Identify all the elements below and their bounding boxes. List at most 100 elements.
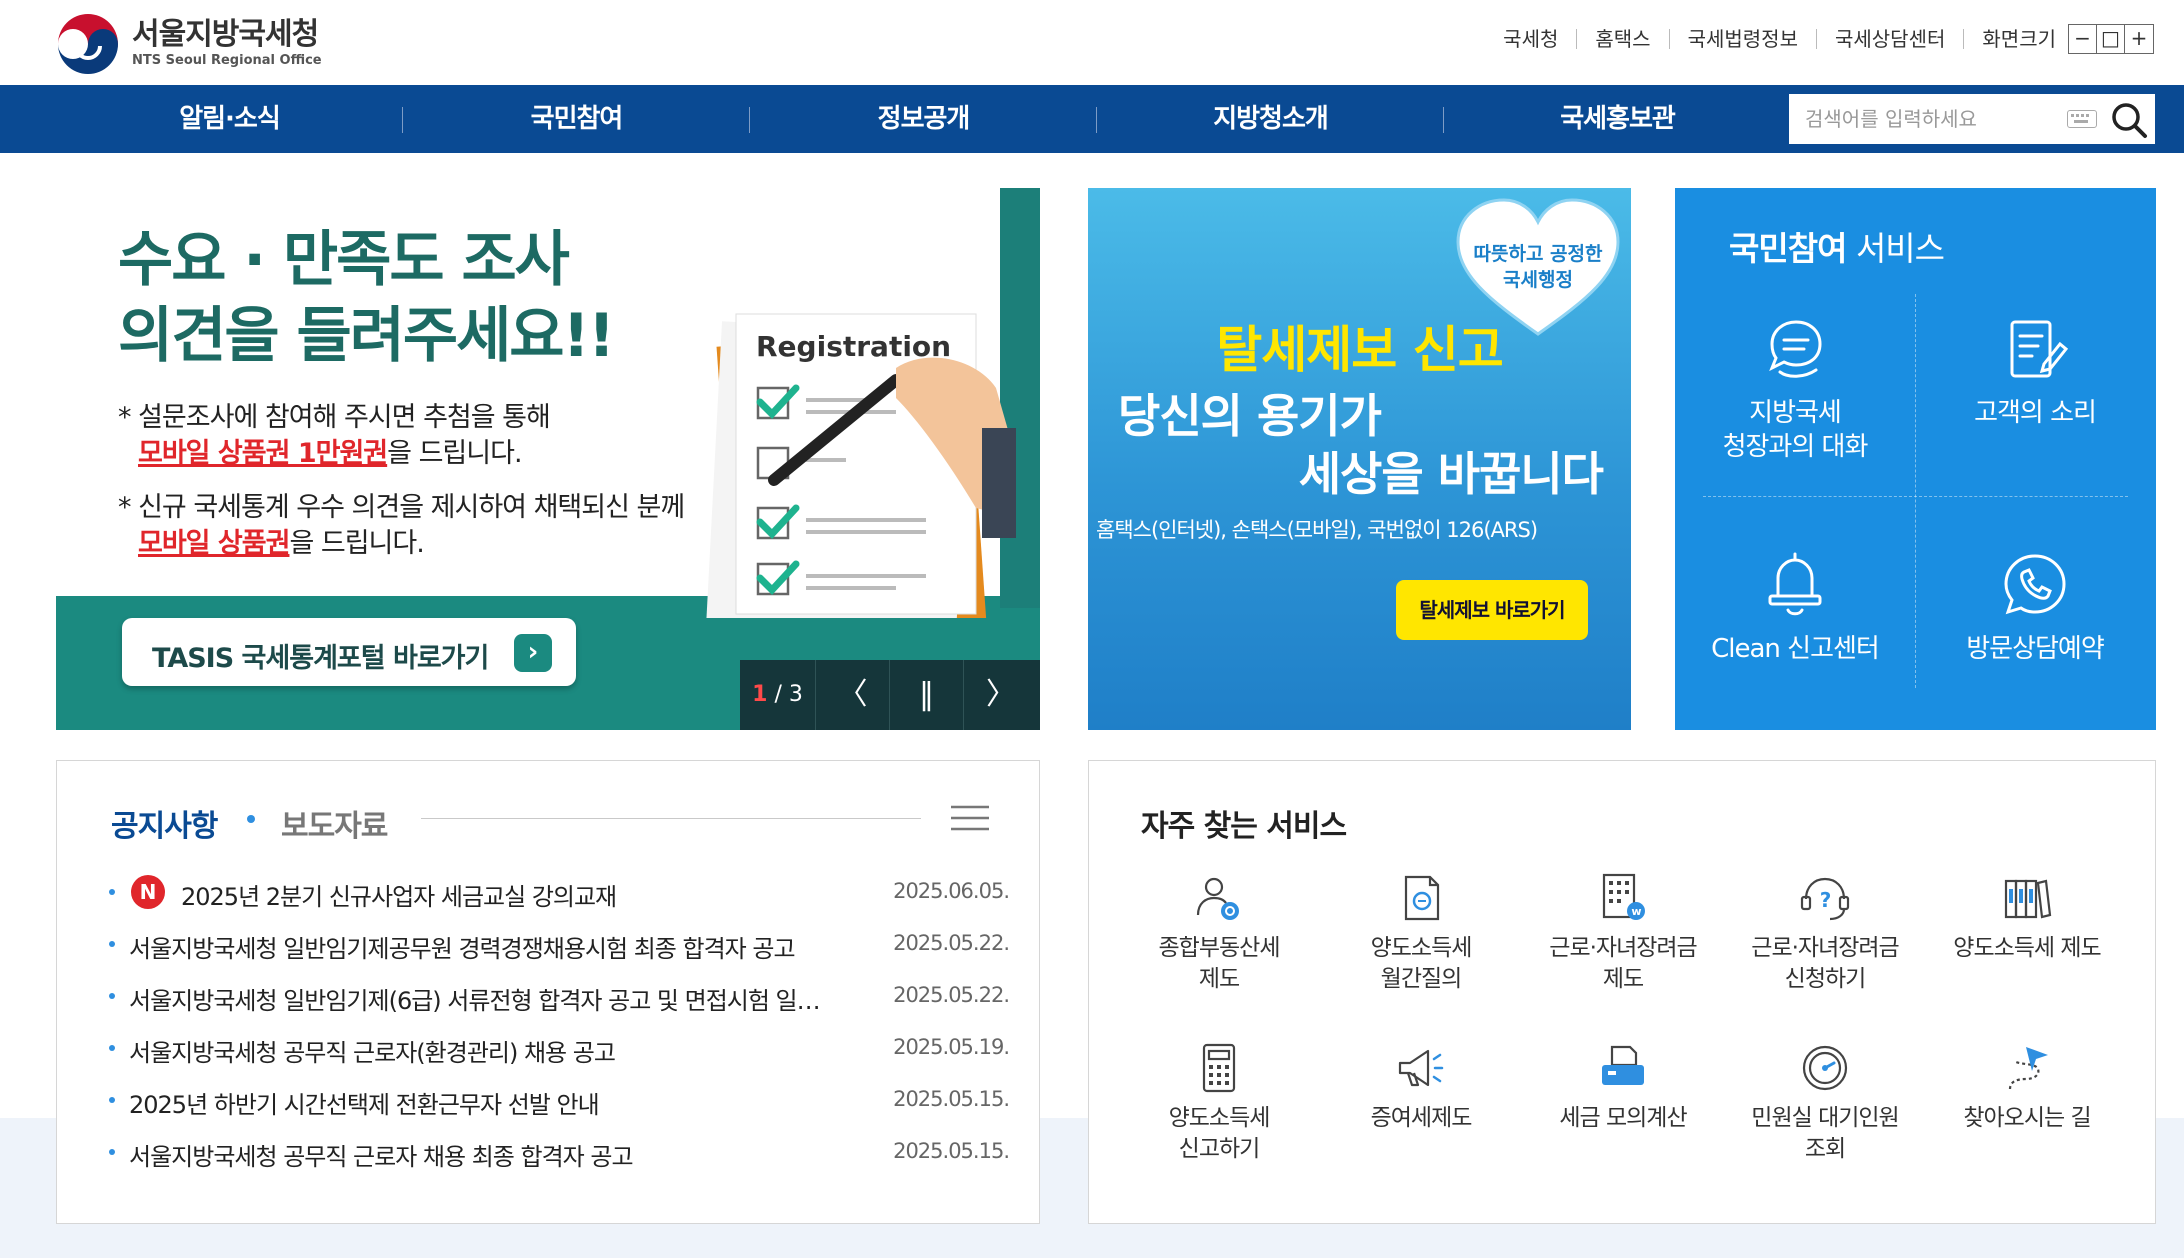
tab-press[interactable]: 보도자료 (281, 801, 388, 845)
service-earned-income-credit[interactable]: w 근로·자녀장려금 제도 (1523, 871, 1723, 995)
participation-item-voice[interactable]: 고객의 소리 (1915, 314, 2155, 430)
frequent-services: 자주 찾는 서비스 종합부동산세 제도 양도소득세 월간질의 w 근로·자녀장려… (1088, 760, 2156, 1224)
hero-note-1: * 설문조사에 참여해 주시면 추첨을 통해 모바일 상품권 1만원권을 드립니… (118, 400, 551, 472)
hero-note-2: * 신규 국세통계 우수 의견을 제시하여 채택되신 분께 모바일 상품권을 드… (118, 490, 685, 562)
service-gift-tax[interactable]: 증여세제도 (1321, 1041, 1521, 1134)
zoom-reset-button[interactable]: □ (2097, 25, 2125, 53)
service-capital-gains-filing[interactable]: 양도소득세 신고하기 (1119, 1041, 1319, 1165)
list-item[interactable]: 서울지방국세청 일반임기제(6급) 서류전형 합격자 공고 및 면접시험 일정 … (109, 969, 1010, 1021)
service-capital-gains-monthly[interactable]: 양도소득세 월간질의 (1321, 871, 1521, 995)
logo-subtitle: NTS Seoul Regional Office (132, 53, 322, 68)
hero-note-2-highlight: 모바일 상품권 (138, 528, 290, 559)
banner2-desc: 홈택스(인터넷), 손택스(모바일), 국번없이 126(ARS) (1096, 518, 1538, 542)
nav-item-about[interactable]: 지방청소개 (1097, 85, 1444, 153)
building-icon: w (1602, 873, 1645, 920)
notice-title[interactable]: 2025년 2분기 신규사업자 세금교실 강의교재 (181, 877, 821, 912)
notice-date: 2025.05.19. (893, 1035, 1010, 1059)
service-label: 제도 (1602, 966, 1644, 992)
participation-item-dialogue[interactable]: 지방국세 청장과의 대화 (1675, 314, 1915, 464)
zoom-in-button[interactable]: + (2125, 25, 2153, 53)
service-label: 조회 (1804, 1136, 1846, 1162)
site-logo[interactable]: 서울지방국세청 NTS Seoul Regional Office (56, 12, 322, 76)
participation-item-label: Clean 신고센터 (1711, 634, 1880, 664)
hero-note-2-tail: 을 드립니다. (289, 528, 424, 559)
main-visual-slider: 수요 · 만족도 조사 의견을 들려주세요!! * 설문조사에 참여해 주시면 … (56, 188, 1040, 730)
bullet-icon (109, 1149, 115, 1155)
slide-counter: 1 / 3 (740, 660, 816, 730)
logo-title: 서울지방국세청 (132, 17, 319, 52)
svg-text:w: w (1631, 905, 1641, 918)
participation-item-label: 지방국세 (1749, 398, 1842, 428)
participation-item-label: 방문상담예약 (1966, 634, 2105, 664)
participation-services: 국민참여 서비스 지방국세 청장과의 대화 고객의 소리 Clean 신고센터 … (1675, 188, 2156, 730)
service-label: 종합부동산세 (1158, 935, 1281, 961)
service-waiting-count[interactable]: 민원실 대기인원 조회 (1725, 1041, 1925, 1165)
tab-separator-dot (247, 815, 255, 823)
notice-list: N 2025년 2분기 신규사업자 세금교실 강의교재 2025.06.05. … (109, 865, 1010, 1177)
svg-text:?: ? (1820, 888, 1831, 912)
slide-prev-button[interactable]: 〈 (816, 660, 890, 730)
bullet-icon (109, 1097, 115, 1103)
service-capital-gains-system[interactable]: 양도소득세 제도 (1927, 871, 2127, 964)
list-item[interactable]: 2025년 하반기 시간선택제 전환근무자 선발 안내 2025.05.15. (109, 1073, 1010, 1125)
search-icon[interactable] (2107, 98, 2151, 142)
keyboard-icon[interactable] (2067, 110, 2097, 128)
service-label: 월간질의 (1380, 966, 1463, 992)
nav-item-participation[interactable]: 국민참여 (403, 85, 750, 153)
slider-controls: 1 / 3 〈 ‖ 〉 (740, 660, 1040, 730)
hero-title: 수요 · 만족도 조사 의견을 들려주세요!! (118, 225, 615, 371)
tasis-link-button[interactable]: TASIS 국세통계포털 바로가기 › (122, 618, 576, 686)
service-label: 양도소득세 (1168, 1105, 1271, 1131)
route-icon (2008, 1047, 2048, 1090)
keyboard-keys-icon (2071, 114, 2089, 123)
badge-line-1: 따뜻하고 공정한 (1474, 243, 1603, 265)
participation-item-visit[interactable]: 방문상담예약 (1915, 550, 2155, 666)
tax-report-button[interactable]: 탈세제보 바로가기 (1396, 580, 1588, 640)
notice-title[interactable]: 2025년 하반기 시간선택제 전환근무자 선발 안내 (129, 1085, 829, 1120)
nav-item-promotion[interactable]: 국세홍보관 (1444, 85, 1791, 153)
bell-icon (1768, 552, 1822, 616)
list-item[interactable]: 서울지방국세청 일반임기제공무원 경력경쟁채용시험 최종 합격자 공고 2025… (109, 917, 1010, 969)
nav-item-disclosure[interactable]: 정보공개 (750, 85, 1097, 153)
service-tax-simulator[interactable]: 세금 모의계산 (1523, 1041, 1723, 1134)
hero-note-2-text: * 신규 국세통계 우수 의견을 제시하여 채택되신 분께 (118, 492, 685, 523)
notice-title[interactable]: 서울지방국세청 공무직 근로자 채용 최종 합격자 공고 (129, 1137, 829, 1172)
service-comprehensive-property-tax[interactable]: 종합부동산세 제도 (1119, 871, 1319, 995)
service-label: 근로·자녀장려금 (1549, 935, 1697, 961)
list-item[interactable]: 서울지방국세청 공무직 근로자(환경관리) 채용 공고 2025.05.19. (109, 1021, 1010, 1073)
bullet-icon (109, 941, 115, 947)
checklist-illustration: Registration (706, 313, 1016, 618)
hero-note-1-text: * 설문조사에 참여해 주시면 추첨을 통해 (118, 402, 551, 433)
search-input[interactable] (1789, 94, 2059, 144)
banner2-sub-2: 세상을 바꿉니다 (1298, 447, 1604, 501)
nav-item-news[interactable]: 알림·소식 (56, 85, 403, 153)
participation-item-label: 청장과의 대화 (1722, 432, 1869, 462)
slide-pause-button[interactable]: ‖ (890, 660, 964, 730)
utility-link-law[interactable]: 국세법령정보 (1670, 29, 1817, 49)
zoom-out-button[interactable]: − (2069, 25, 2097, 53)
utility-link-nts[interactable]: 국세청 (1485, 29, 1578, 49)
hamburger-menu-icon[interactable] (949, 803, 991, 833)
bullet-icon (109, 889, 115, 895)
search-box (1788, 93, 2156, 145)
hero-note-1-tail: 을 드립니다. (387, 438, 522, 469)
service-earned-income-apply[interactable]: ? 근로·자녀장려금 신청하기 (1725, 871, 1925, 995)
utility-link-hometax[interactable]: 홈택스 (1577, 29, 1670, 49)
notice-title[interactable]: 서울지방국세청 일반임기제공무원 경력경쟁채용시험 최종 합격자 공고 (129, 929, 829, 964)
notice-title[interactable]: 서울지방국세청 일반임기제(6급) 서류전형 합격자 공고 및 면접시험 일정 … (129, 981, 829, 1016)
notice-title[interactable]: 서울지방국세청 공무직 근로자(환경관리) 채용 공고 (129, 1033, 829, 1068)
participation-item-clean[interactable]: Clean 신고센터 (1675, 550, 1915, 666)
tab-notice[interactable]: 공지사항 (111, 801, 218, 845)
frequent-services-title: 자주 찾는 서비스 (1141, 809, 1347, 844)
list-item[interactable]: N 2025년 2분기 신규사업자 세금교실 강의교재 2025.06.05. (109, 865, 1010, 917)
tax-evasion-banner[interactable]: 따뜻하고 공정한 국세행정 탈세제보 신고 당신의 용기가 세상을 바꿉니다 홈… (1088, 188, 1631, 730)
hero-note-1-highlight: 모바일 상품권 1만원권 (138, 438, 388, 469)
utility-link-counsel[interactable]: 국세상담센터 (1817, 29, 1965, 49)
service-directions[interactable]: 찾아오시는 길 (1927, 1041, 2127, 1134)
document-icon (1404, 875, 1440, 921)
phone-bubble-icon (2004, 554, 2066, 615)
slide-next-button[interactable]: 〉 (964, 660, 1038, 730)
participation-title: 국민참여 서비스 (1729, 222, 1945, 270)
chat-bubble-icon (1769, 320, 1822, 378)
list-item[interactable]: 서울지방국세청 공무직 근로자 채용 최종 합격자 공고 2025.05.15. (109, 1125, 1010, 1177)
